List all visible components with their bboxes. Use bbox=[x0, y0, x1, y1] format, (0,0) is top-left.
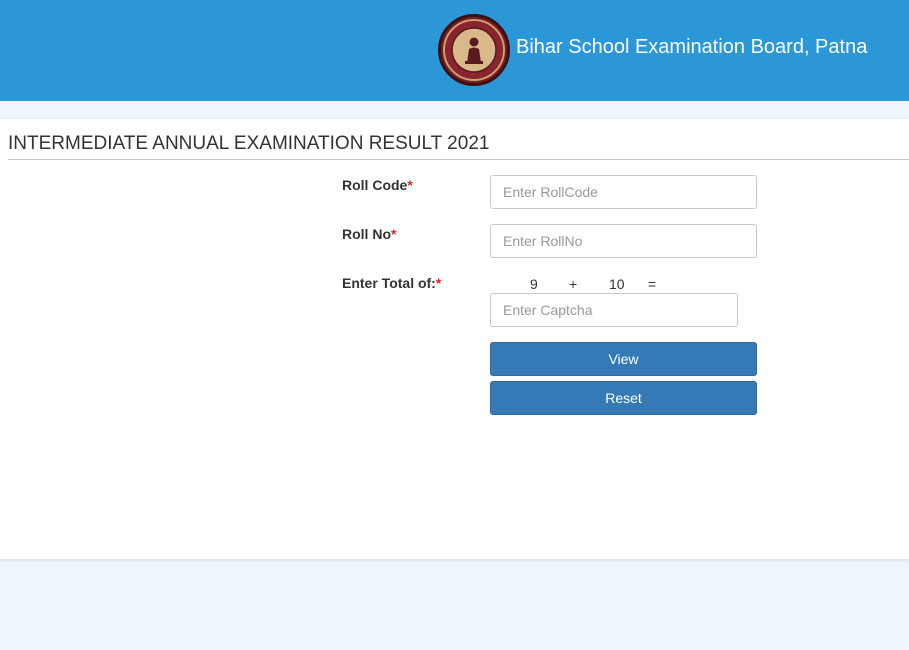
view-button[interactable]: View bbox=[490, 342, 757, 376]
title-divider bbox=[8, 159, 909, 160]
captcha-label: Enter Total of:* bbox=[342, 275, 441, 291]
roll-code-label-text: Roll Code bbox=[342, 177, 408, 193]
required-mark: * bbox=[391, 226, 397, 242]
roll-no-label-text: Roll No bbox=[342, 226, 391, 242]
captcha-operator: + bbox=[569, 276, 578, 292]
roll-code-input[interactable] bbox=[490, 175, 757, 209]
roll-no-label: Roll No* bbox=[342, 226, 396, 242]
captcha-input[interactable] bbox=[490, 293, 738, 327]
roll-code-label: Roll Code* bbox=[342, 177, 413, 193]
site-header: Bihar School Examination Board, Patna bbox=[0, 0, 909, 101]
captcha-operand-b: 10 bbox=[609, 276, 625, 292]
bseb-emblem-icon bbox=[438, 14, 510, 86]
page-title: INTERMEDIATE ANNUAL EXAMINATION RESULT 2… bbox=[8, 133, 490, 154]
result-form-panel: INTERMEDIATE ANNUAL EXAMINATION RESULT 2… bbox=[0, 119, 909, 559]
required-mark: * bbox=[407, 177, 413, 193]
captcha-equals: = bbox=[648, 276, 657, 292]
board-name: Bihar School Examination Board, Patna bbox=[516, 36, 868, 58]
reset-button[interactable]: Reset bbox=[490, 381, 757, 415]
required-mark: * bbox=[435, 275, 442, 291]
captcha-label-text: Enter Total of: bbox=[342, 275, 436, 291]
roll-no-input[interactable] bbox=[490, 224, 757, 258]
captcha-operand-a: 9 bbox=[530, 276, 538, 292]
